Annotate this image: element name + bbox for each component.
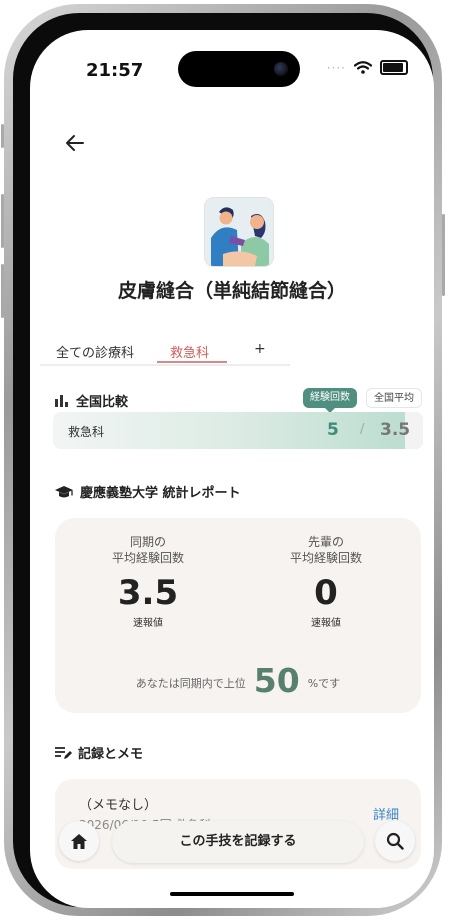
wifi-icon: [354, 61, 372, 74]
experience-pill[interactable]: 経験回数: [303, 388, 357, 413]
arrow-left-icon[interactable]: [64, 132, 86, 154]
home-icon: [71, 833, 87, 849]
tab-all-departments[interactable]: 全ての診療科: [56, 342, 134, 361]
records-heading-text: 記録とメモ: [78, 747, 144, 762]
volume-up-button: [1, 194, 4, 248]
tab-add-icon[interactable]: +: [254, 341, 266, 357]
action-button: [1, 124, 4, 148]
senior-stat: 先輩の 平均経験回数 0 速報値: [251, 534, 401, 629]
senior-label-2: 平均経験回数: [289, 551, 362, 565]
volume-down-button: [1, 264, 4, 318]
rank-prefix: あなたは同期内で上位: [135, 677, 246, 690]
cohort-stat: 同期の 平均経験回数 3.5 速報値: [73, 534, 223, 629]
rank-line: あなたは同期内で上位 50 %です: [55, 661, 421, 700]
experience-count: 5: [327, 420, 339, 440]
bezel: 21:57 ···· 皮膚縫合（単純結節縫合） 全ての診療科 救急科 + 全国比…: [13, 13, 434, 908]
cohort-value: 3.5: [117, 573, 179, 613]
rank-value: 50: [253, 661, 300, 700]
surgeons-suturing-illustration-icon: [205, 198, 273, 266]
phone-frame: 21:57 ···· 皮膚縫合（単純結節縫合） 全ての診療科 救急科 + 全国比…: [1, 4, 445, 916]
memo-title: （メモなし）: [79, 798, 158, 813]
search-icon: [386, 832, 404, 850]
comparison-bar: 救急科 5 / 3.5: [53, 412, 423, 449]
notes-edit-icon: [55, 746, 72, 759]
comparison-label: 救急科: [68, 425, 105, 439]
status-icons: ····: [327, 60, 408, 75]
national-heading: 全国比較: [54, 391, 128, 410]
national-average-value: 3.5: [380, 420, 411, 440]
home-button[interactable]: [59, 821, 99, 861]
status-time: 21:57: [86, 60, 144, 81]
comparison-separator: /: [360, 422, 365, 437]
screen: 21:57 ···· 皮膚縫合（単純結節縫合） 全ての診療科 救急科 + 全国比…: [30, 30, 434, 908]
cohort-label-1: 同期の: [129, 535, 166, 549]
cohort-sub: 速報値: [133, 618, 163, 629]
graduation-cap-icon: [55, 485, 73, 497]
university-heading-text: 慶應義塾大学 統計レポート: [80, 486, 241, 501]
bottom-bar: この手技を記録する: [30, 821, 434, 871]
cohort-label-2: 平均経験回数: [111, 551, 184, 565]
signal-dots: ····: [326, 60, 346, 75]
stats-card: 同期の 平均経験回数 3.5 速報値 先輩の 平均経験回数 0 速報値 あなたは…: [55, 518, 421, 713]
procedure-title: 皮膚縫合（単純結節縫合）: [117, 280, 346, 302]
national-heading-text: 全国比較: [76, 395, 129, 410]
department-tabs: 全ての診療科 救急科 +: [40, 330, 290, 366]
battery-icon: [380, 60, 408, 75]
tab-indicator: [157, 361, 227, 363]
rank-suffix: %です: [307, 677, 341, 690]
senior-value: 0: [314, 573, 338, 613]
senior-sub: 速報値: [311, 618, 341, 629]
bar-chart-icon: [55, 394, 68, 407]
university-heading: 慶應義塾大学 統計レポート: [54, 482, 241, 501]
power-button: [442, 214, 445, 296]
national-average-pill[interactable]: 全国平均: [366, 388, 422, 408]
record-procedure-button[interactable]: この手技を記録する: [112, 821, 364, 863]
records-heading: 記録とメモ: [54, 743, 143, 762]
tab-emergency[interactable]: 救急科: [170, 342, 209, 361]
home-indicator: [170, 892, 294, 896]
front-camera: [274, 62, 288, 76]
procedure-thumbnail: [204, 197, 274, 267]
search-button[interactable]: [375, 821, 415, 861]
dynamic-island: [178, 51, 300, 87]
senior-label-1: 先輩の: [307, 535, 344, 549]
